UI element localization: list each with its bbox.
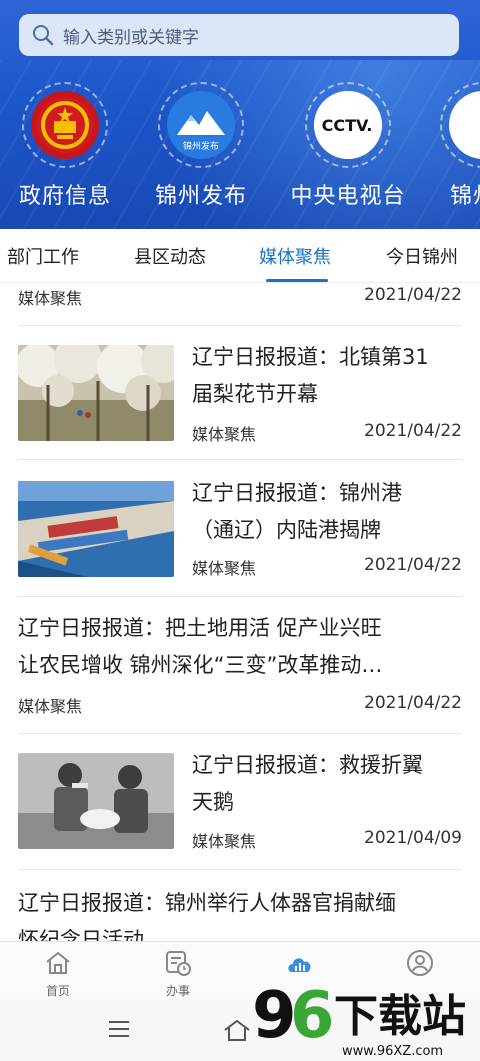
article-list: 媒体聚焦 2021/04/22 辽宁日报报道：北镇第31 届梨花节开幕 媒体聚焦… [0, 283, 480, 941]
watermark-logo: 9 6 下载站 www.96XZ.com [250, 975, 480, 1061]
article-source: 媒体聚焦 [18, 289, 83, 308]
nav-home[interactable]: 首页 [18, 948, 98, 999]
channel-label: 锦州发布 [154, 184, 247, 209]
svg-text:CCTV.: CCTV. [322, 116, 373, 135]
article-thumbnail [18, 753, 174, 849]
cloud-chart-icon [288, 958, 311, 972]
article-title: 辽宁日报报道：救援折翼 天鹅 [192, 753, 423, 814]
svg-text:www.96XZ.com: www.96XZ.com [342, 1044, 443, 1059]
jinzhou-release-icon: 锦州发布 [167, 91, 235, 159]
national-emblem-icon [31, 91, 99, 159]
home-icon [46, 952, 70, 974]
list-item[interactable]: 辽宁日报报道：把土地用活 促产业兴旺 让农民增收 锦州深化“三变”改革推动… 媒… [18, 614, 462, 718]
article-date: 2021/04/22 [364, 693, 462, 713]
article-date: 2021/04/22 [364, 285, 462, 305]
header: 输入类别或关键字 政府信息 锦州发布 锦州发布 CCTV. 中央电视台 锦 [0, 0, 480, 229]
divider [18, 869, 462, 870]
search-bar[interactable]: 输入类别或关键字 [19, 14, 459, 56]
channel-label: 政府信息 [18, 184, 111, 209]
search-placeholder: 输入类别或关键字 [63, 27, 199, 48]
article-source: 媒体聚焦 [192, 832, 257, 851]
svg-text:锦州发布: 锦州发布 [183, 140, 219, 152]
nav-services[interactable]: 办事 [138, 948, 218, 999]
divider [18, 596, 462, 597]
list-item[interactable]: 辽宁日报报道：锦州港 （通辽）内陆港揭牌 媒体聚焦 2021/04/22 [18, 479, 462, 579]
article-title: 辽宁日报报道：锦州举行人体器官捐献缅 怀纪念日活动 [18, 891, 396, 941]
article-thumbnail [18, 481, 174, 577]
list-item[interactable]: 媒体聚焦 2021/04/22 [18, 283, 462, 325]
channel-strip: 政府信息 锦州发布 锦州发布 CCTV. 中央电视台 锦 [0, 82, 480, 212]
search-icon [33, 25, 54, 46]
article-title: 辽宁日报报道：锦州港 （通辽）内陆港揭牌 [192, 481, 402, 542]
divider [18, 733, 462, 734]
article-thumbnail [18, 345, 174, 441]
channel-cctv[interactable]: CCTV. 中央电视台 [283, 82, 413, 210]
category-tabs: 部门工作 县区动态 媒体聚焦 今日锦州 [0, 229, 480, 283]
tab-media-focus[interactable]: 媒体聚焦 [259, 243, 331, 269]
article-source: 媒体聚焦 [192, 559, 257, 578]
tab-today-jinzhou[interactable]: 今日锦州 [386, 243, 458, 269]
list-item[interactable]: 辽宁日报报道：救援折翼 天鹅 媒体聚焦 2021/04/09 [18, 753, 462, 853]
channel-jinzhou-release[interactable]: 锦州发布 锦州发布 [136, 82, 266, 210]
article-title: 辽宁日报报道：北镇第31 届梨花节开幕 [192, 345, 429, 406]
channel-gov-info[interactable]: 政府信息 [0, 82, 130, 210]
article-date: 2021/04/09 [364, 828, 462, 848]
list-item[interactable]: 辽宁日报报道：锦州举行人体器官捐献缅 怀纪念日活动 [18, 885, 462, 941]
active-tab-indicator [266, 279, 328, 282]
article-source: 媒体聚焦 [192, 425, 257, 444]
svg-text:下载站: 下载站 [334, 991, 466, 1042]
article-date: 2021/04/22 [364, 555, 462, 575]
article-source: 媒体聚焦 [18, 697, 83, 716]
home-button-icon[interactable] [222, 1017, 252, 1043]
list-item[interactable]: 辽宁日报报道：北镇第31 届梨花节开幕 媒体聚焦 2021/04/22 [18, 343, 462, 444]
nav-label: 首页 [45, 984, 70, 998]
channel-label: 锦州 [450, 184, 480, 209]
tab-department-work[interactable]: 部门工作 [7, 243, 79, 269]
cctv-icon: CCTV. [314, 91, 382, 159]
article-title: 辽宁日报报道：把土地用活 促产业兴旺 让农民增收 锦州深化“三变”改革推动… [18, 616, 383, 677]
nav-label: 办事 [165, 984, 190, 998]
divider [18, 325, 462, 326]
article-date: 2021/04/22 [364, 421, 462, 441]
tab-county-news[interactable]: 县区动态 [134, 243, 206, 269]
user-icon [407, 950, 433, 976]
menu-icon[interactable] [106, 1017, 132, 1041]
svg-text:6: 6 [290, 979, 335, 1053]
divider [18, 459, 462, 460]
channel-partial[interactable]: 锦州 [440, 82, 480, 210]
partial-channel-icon [449, 91, 480, 159]
services-icon [166, 951, 191, 976]
channel-label: 中央电视台 [290, 184, 406, 209]
